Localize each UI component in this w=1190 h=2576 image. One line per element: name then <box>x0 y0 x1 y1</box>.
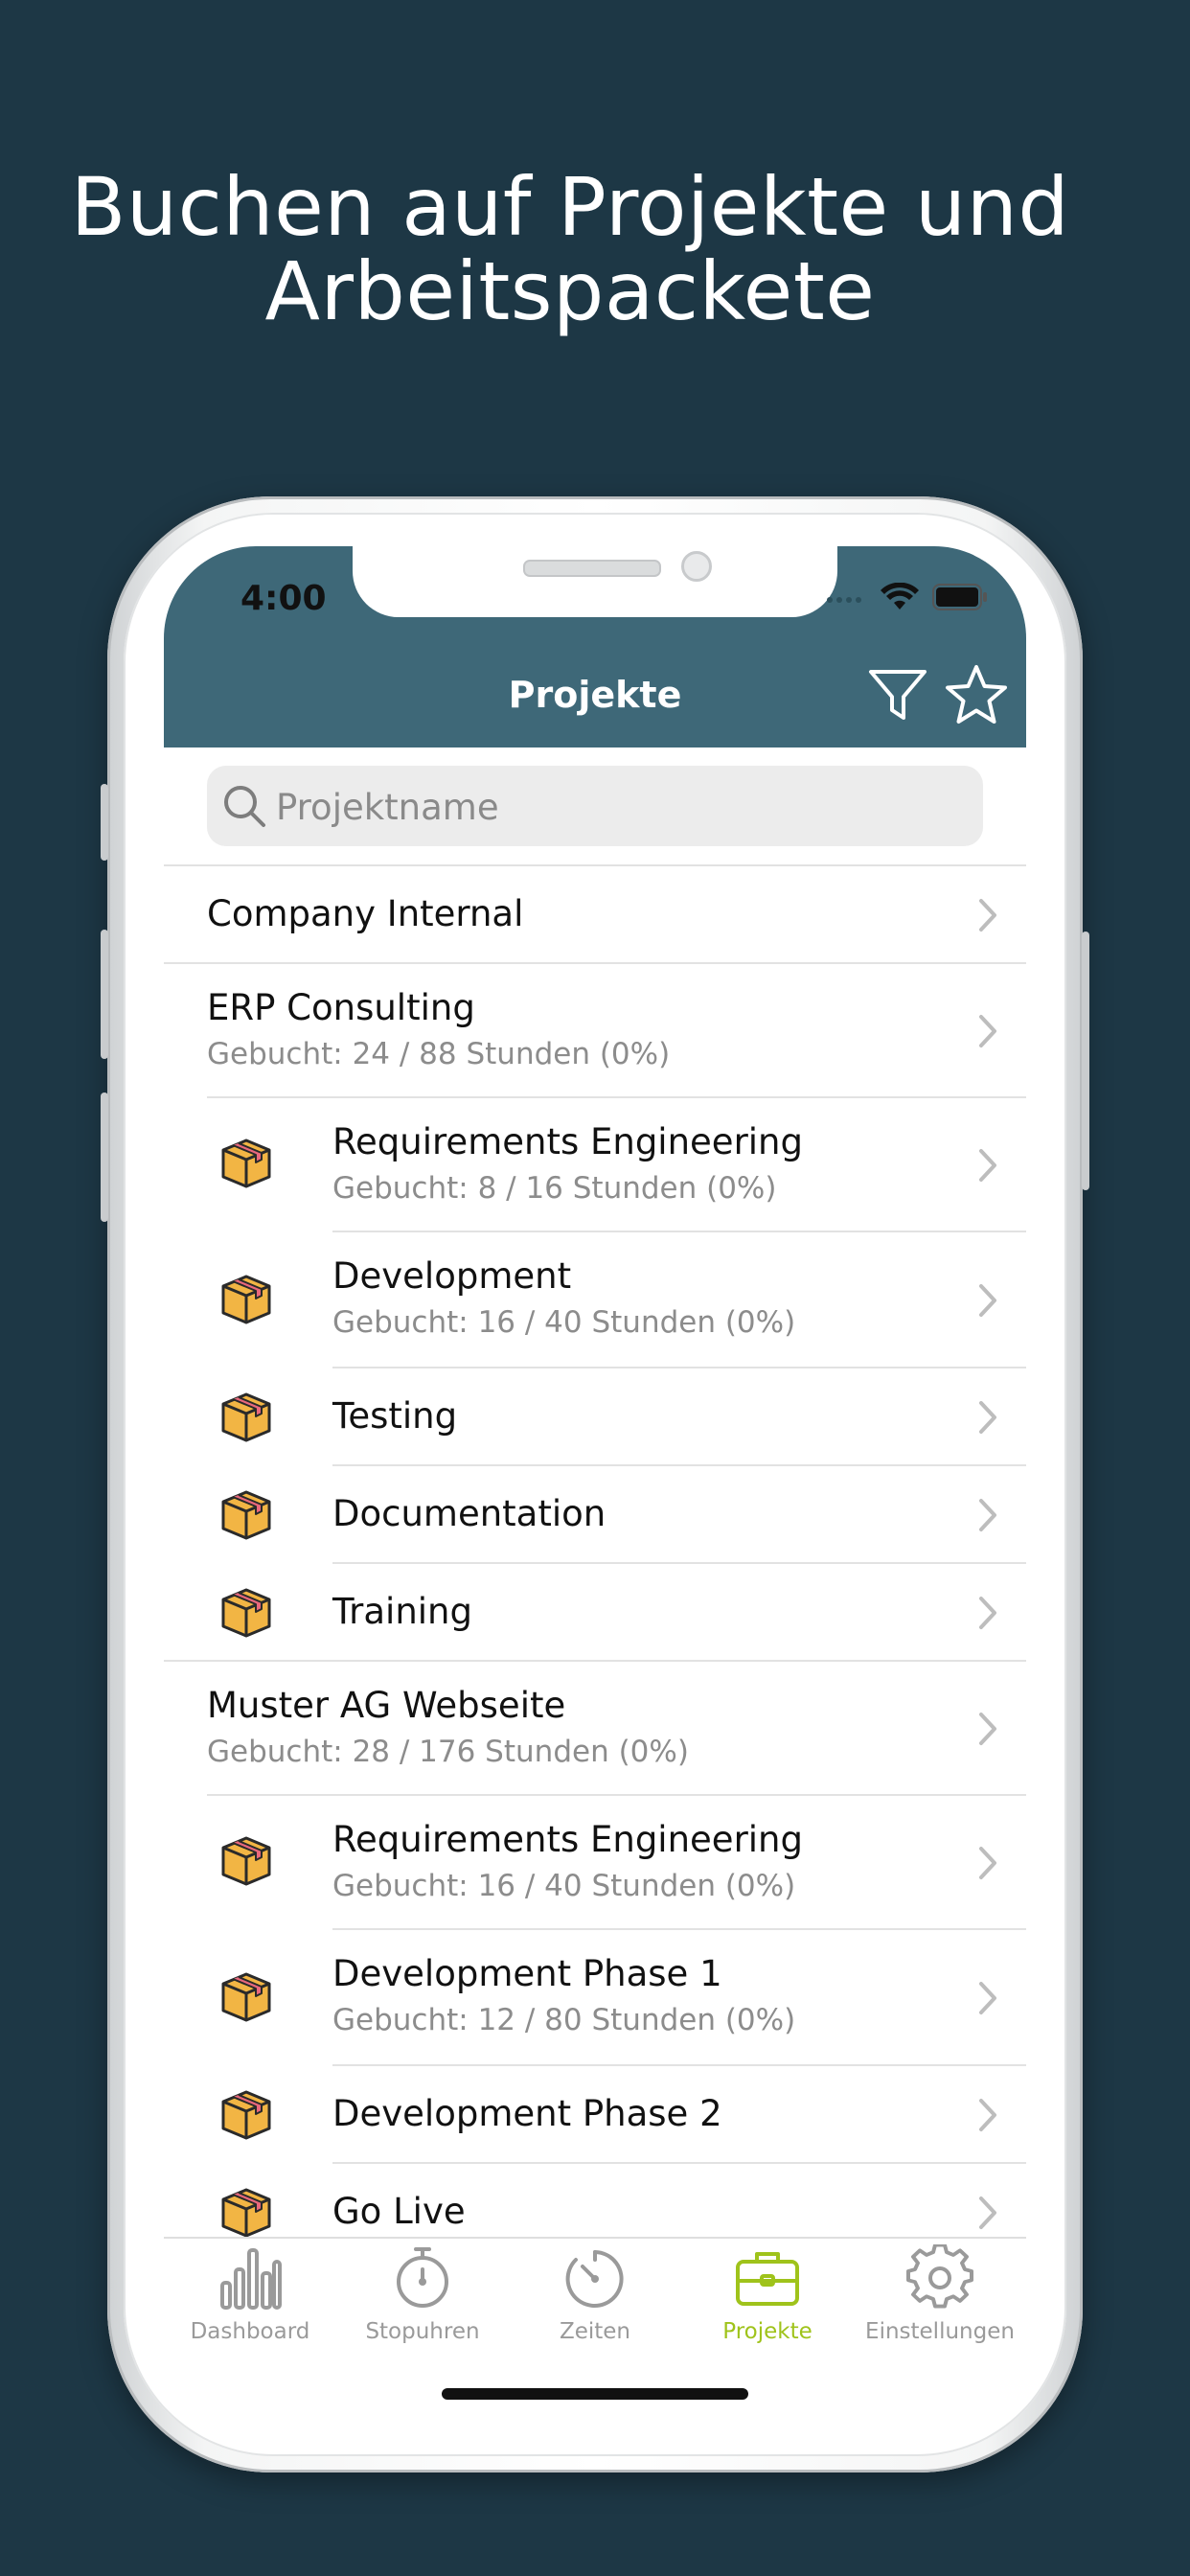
package-icon <box>219 1970 273 2028</box>
package-icon <box>219 1391 273 1448</box>
chevron-right-icon <box>978 1846 997 1884</box>
volume-down-button <box>101 1092 108 1222</box>
stopwatch-icon <box>389 2247 456 2315</box>
signal-dots-icon <box>825 590 867 609</box>
headline-line-2: Arbeitspackete <box>264 244 876 338</box>
phone-screen: 4:00 Projekte Projektname Company Intern… <box>164 546 1026 2404</box>
row-title: Development Phase 1 <box>332 1953 722 1994</box>
chevron-right-icon <box>978 1148 997 1186</box>
front-camera <box>681 551 712 582</box>
search-icon <box>222 784 266 832</box>
star-icon[interactable] <box>945 663 1008 730</box>
work-package-row[interactable]: Documentation <box>164 1466 1026 1564</box>
row-title: Requirements Engineering <box>332 1121 803 1162</box>
row-title: Development <box>332 1255 572 1297</box>
work-package-row[interactable]: Development Phase 1 Gebucht: 12 / 80 Stu… <box>164 1930 1026 2066</box>
row-title: Training <box>332 1591 472 1632</box>
work-package-row[interactable]: Requirements Engineering Gebucht: 16 / 4… <box>164 1796 1026 1930</box>
chevron-right-icon <box>978 898 997 936</box>
project-row[interactable]: ERP Consulting Gebucht: 24 / 88 Stunden … <box>164 964 1026 1098</box>
chevron-right-icon <box>978 1400 997 1438</box>
row-subtitle: Gebucht: 28 / 176 Stunden (0%) <box>207 1735 689 1769</box>
work-package-row[interactable]: Development Phase 2 <box>164 2066 1026 2164</box>
tab-label: Einstellungen <box>865 2319 1015 2344</box>
tab-label: Dashboard <box>190 2319 310 2344</box>
tab-projekte[interactable]: Projekte <box>681 2244 854 2344</box>
chevron-right-icon <box>978 1283 997 1322</box>
status-icons <box>825 582 988 615</box>
row-title: Testing <box>332 1395 458 1437</box>
row-subtitle: Gebucht: 12 / 80 Stunden (0%) <box>332 2003 796 2037</box>
package-icon <box>219 1273 273 1330</box>
bar-chart-icon <box>217 2248 284 2315</box>
home-indicator[interactable] <box>442 2388 748 2400</box>
package-icon <box>219 1834 273 1892</box>
row-title: Muster AG Webseite <box>207 1685 566 1726</box>
search-field[interactable] <box>207 766 983 848</box>
package-icon <box>219 2088 273 2146</box>
gear-icon <box>906 2242 973 2315</box>
speaker-grille <box>523 560 661 577</box>
chevron-right-icon <box>978 2196 997 2234</box>
tab-dashboard[interactable]: Dashboard <box>164 2244 336 2344</box>
tab-bar: Dashboard Stopuhren Zeiten Projekte Eins… <box>164 2237 1026 2404</box>
battery-icon <box>932 584 988 614</box>
headline: Buchen auf Projekte und Arbeitspackete <box>0 165 1140 334</box>
package-icon <box>219 1586 273 1644</box>
row-subtitle: Gebucht: 24 / 88 Stunden (0%) <box>207 1037 671 1071</box>
briefcase-icon <box>734 2252 801 2315</box>
headline-line-1: Buchen auf Projekte und <box>70 160 1070 254</box>
package-icon <box>219 1137 273 1194</box>
volume-up-button <box>101 930 108 1059</box>
mute-switch <box>101 784 108 861</box>
chevron-right-icon <box>978 1596 997 1634</box>
chevron-right-icon <box>978 2098 997 2136</box>
tab-zeiten[interactable]: Zeiten <box>509 2244 681 2344</box>
row-title: Development Phase 2 <box>332 2093 722 2134</box>
wifi-icon <box>881 582 919 615</box>
power-button <box>1082 932 1089 1190</box>
row-title: Company Internal <box>207 893 524 934</box>
tab-stopuhren[interactable]: Stopuhren <box>336 2244 509 2344</box>
search-input[interactable] <box>274 766 968 848</box>
row-title: ERP Consulting <box>207 987 475 1028</box>
status-time: 4:00 <box>240 579 327 618</box>
chevron-right-icon <box>978 1981 997 2019</box>
work-package-row[interactable]: Requirements Engineering Gebucht: 8 / 16… <box>164 1098 1026 1232</box>
timer-icon <box>561 2250 629 2315</box>
chevron-right-icon <box>978 1014 997 1052</box>
row-subtitle: Gebucht: 16 / 40 Stunden (0%) <box>332 1869 796 1903</box>
filter-icon[interactable] <box>867 668 928 729</box>
chevron-right-icon <box>978 1498 997 1536</box>
project-row[interactable]: Company Internal <box>164 866 1026 964</box>
chevron-right-icon <box>978 1712 997 1750</box>
tab-label: Stopuhren <box>365 2319 480 2344</box>
tab-einstellungen[interactable]: Einstellungen <box>854 2242 1026 2344</box>
project-list: Company Internal ERP Consulting Gebucht:… <box>164 864 1026 2262</box>
project-row[interactable]: Muster AG Webseite Gebucht: 28 / 176 Stu… <box>164 1662 1026 1796</box>
notch <box>353 546 837 617</box>
row-title: Requirements Engineering <box>332 1819 803 1860</box>
package-icon <box>219 1488 273 1546</box>
navigation-bar: 4:00 Projekte <box>164 546 1026 748</box>
search-bar <box>164 748 1026 848</box>
row-title: Documentation <box>332 1493 606 1534</box>
row-title: Go Live <box>332 2191 466 2232</box>
tab-label: Zeiten <box>559 2319 631 2344</box>
package-icon <box>219 2186 273 2243</box>
work-package-row[interactable]: Testing <box>164 1368 1026 1466</box>
work-package-row[interactable]: Training <box>164 1564 1026 1662</box>
row-subtitle: Gebucht: 16 / 40 Stunden (0%) <box>332 1305 796 1340</box>
work-package-row[interactable]: Development Gebucht: 16 / 40 Stunden (0%… <box>164 1232 1026 1368</box>
tab-label: Projekte <box>722 2319 812 2344</box>
row-subtitle: Gebucht: 8 / 16 Stunden (0%) <box>332 1171 777 1206</box>
